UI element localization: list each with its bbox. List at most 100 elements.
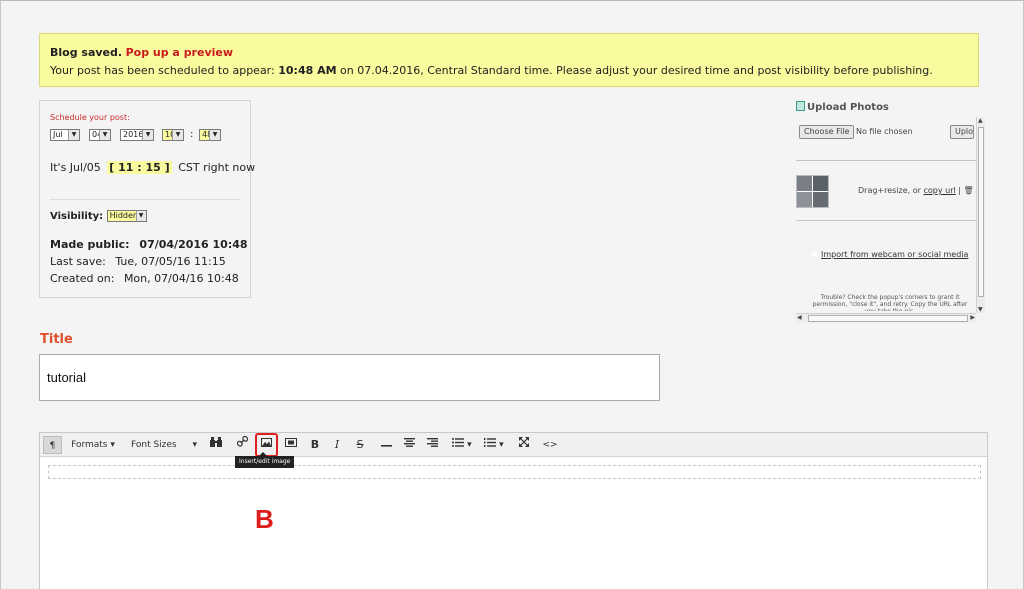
made-public-value: 07/04/2016 10:48 bbox=[139, 238, 248, 251]
insert-image-tooltip: Insert/edit image bbox=[235, 452, 295, 468]
choose-file-button[interactable]: Choose File bbox=[799, 125, 855, 139]
upload-title-text: Upload Photos bbox=[807, 102, 889, 113]
schedule-msg-start: Your post has been scheduled to appear: bbox=[50, 64, 275, 77]
schedule-panel: Schedule your post: Jul ▼ 04 ▼ 2016 ▼ 10… bbox=[39, 100, 255, 298]
divider bbox=[50, 199, 240, 200]
schedule-label: Schedule your post: bbox=[50, 113, 130, 122]
year-value: 2016 bbox=[123, 130, 144, 139]
annotation-letter: B bbox=[255, 504, 274, 534]
created-row: Created on: Mon, 07/04/16 10:48 bbox=[50, 272, 239, 285]
now-time: [ 11 : 15 ] bbox=[107, 161, 172, 174]
film-icon bbox=[285, 438, 297, 447]
drag-resize-text: Drag+resize, or copy url | 🗑 bbox=[858, 186, 974, 195]
scroll-left-icon[interactable]: ◀ bbox=[797, 314, 802, 321]
binoculars-icon[interactable] bbox=[207, 436, 225, 454]
expand-icon bbox=[519, 437, 529, 447]
title-input[interactable] bbox=[39, 354, 660, 401]
drag-text: Drag+resize, or bbox=[858, 186, 921, 195]
align-center-lines-icon bbox=[403, 438, 415, 447]
chain-icon bbox=[236, 435, 248, 447]
chevron-down-icon: ▼ bbox=[172, 130, 183, 140]
scroll-right-icon[interactable]: ▶ bbox=[970, 314, 975, 321]
horizontal-rule-icon[interactable] bbox=[378, 436, 394, 454]
bold-icon[interactable]: B bbox=[307, 436, 323, 454]
align-center-icon[interactable] bbox=[401, 436, 417, 454]
scroll-down-icon[interactable]: ▼ bbox=[978, 306, 983, 313]
visibility-label: Visibility: bbox=[50, 211, 104, 222]
align-right-icon[interactable] bbox=[424, 436, 440, 454]
day-select[interactable]: 04 ▼ bbox=[89, 129, 111, 141]
visibility-row: Visibility: Hidden ▼ bbox=[50, 210, 147, 222]
find-replace-icon bbox=[210, 437, 222, 447]
italic-icon[interactable]: I bbox=[329, 436, 345, 454]
divider bbox=[796, 160, 976, 161]
month-select[interactable]: Jul ▼ bbox=[50, 129, 80, 141]
align-right-lines-icon bbox=[426, 438, 438, 447]
font-sizes-dropdown[interactable]: Font Sizes ▾ bbox=[126, 436, 200, 454]
numbered-list-icon[interactable]: ▾ bbox=[481, 436, 507, 454]
chevron-down-icon: ▼ bbox=[135, 211, 146, 221]
saved-text: Blog saved. bbox=[50, 46, 123, 59]
image-icon bbox=[796, 101, 805, 111]
year-select[interactable]: 2016 ▼ bbox=[120, 129, 154, 141]
caret-down-icon: ▾ bbox=[467, 440, 472, 450]
strikethrough-icon[interactable]: S bbox=[352, 436, 368, 454]
thumbnail-cell bbox=[813, 192, 828, 207]
created-label: Created on: bbox=[50, 272, 115, 285]
divider bbox=[796, 220, 976, 221]
hour-select[interactable]: 10 ▼ bbox=[162, 129, 184, 141]
scrollbar-thumb[interactable] bbox=[808, 315, 968, 322]
schedule-msg-end: on 07.04.2016, Central Standard time. Pl… bbox=[340, 64, 933, 77]
bullet-list-icon[interactable]: ▾ bbox=[449, 436, 475, 454]
minute-select[interactable]: 48 ▼ bbox=[199, 129, 221, 141]
numbers-icon bbox=[484, 438, 497, 447]
vertical-scrollbar[interactable]: ▲ ▼ bbox=[976, 117, 985, 313]
source-code-icon[interactable]: <> bbox=[541, 436, 559, 454]
fullscreen-icon[interactable] bbox=[516, 436, 532, 454]
image-icon bbox=[261, 438, 272, 447]
upload-button[interactable]: Upload bbox=[950, 125, 974, 139]
save-notice: Blog saved. Pop up a preview Your post h… bbox=[39, 33, 979, 87]
bullets-icon bbox=[452, 438, 465, 447]
chevron-down-icon: ▼ bbox=[99, 130, 110, 140]
drag-separator: | bbox=[958, 186, 961, 195]
last-save-value: Tue, 07/05/16 11:15 bbox=[115, 255, 226, 268]
thumbnail-cell bbox=[797, 192, 812, 207]
upload-title: Upload Photos bbox=[796, 101, 889, 113]
caret-down-icon: ▾ bbox=[192, 440, 197, 450]
last-save-row: Last save: Tue, 07/05/16 11:15 bbox=[50, 255, 226, 268]
preview-link[interactable]: Pop up a preview bbox=[126, 46, 233, 59]
title-label: Title bbox=[40, 332, 73, 347]
formats-label: Formats bbox=[71, 440, 108, 450]
link-icon[interactable] bbox=[233, 435, 251, 454]
import-link[interactable]: Import from webcam or social media bbox=[821, 250, 968, 259]
made-public-row: Made public: 07/04/2016 10:48 bbox=[50, 238, 248, 251]
font-sizes-label: Font Sizes bbox=[131, 440, 177, 450]
caret-down-icon: ▾ bbox=[110, 440, 115, 450]
thumbnail-cell bbox=[813, 176, 828, 191]
scroll-up-icon[interactable]: ▲ bbox=[978, 117, 983, 124]
caret-down-icon: ▾ bbox=[499, 440, 504, 450]
media-icon[interactable] bbox=[282, 436, 300, 454]
created-value: Mon, 07/04/16 10:48 bbox=[123, 272, 239, 285]
made-public-label: Made public: bbox=[50, 238, 130, 251]
chevron-down-icon: ▼ bbox=[209, 130, 220, 140]
import-row[interactable]: Import from webcam or social media bbox=[812, 250, 968, 259]
schedule-msg-time: 10:48 AM bbox=[278, 64, 337, 77]
horizontal-scrollbar[interactable]: ◀ ▶ bbox=[796, 313, 976, 323]
thumbnail-cell bbox=[797, 176, 812, 191]
paragraph-icon[interactable]: ¶ bbox=[43, 436, 62, 454]
copy-url-link[interactable]: copy url bbox=[924, 186, 956, 195]
webcam-icon bbox=[812, 252, 817, 257]
editor-content-area[interactable] bbox=[48, 465, 981, 479]
trash-icon[interactable]: 🗑 bbox=[964, 186, 974, 195]
current-time-row: It's Jul/05 [ 11 : 15 ] CST right now bbox=[50, 161, 255, 174]
formats-dropdown[interactable]: Formats ▾ bbox=[68, 436, 118, 454]
now-prefix: It's Jul/05 bbox=[50, 161, 101, 174]
scrollbar-thumb[interactable] bbox=[978, 127, 984, 297]
visibility-select[interactable]: Hidden ▼ bbox=[106, 210, 147, 222]
photo-thumbnail[interactable] bbox=[796, 175, 829, 208]
trouble-text: Trouble? Check the popup's corners to gr… bbox=[812, 294, 968, 311]
hr-line-icon bbox=[380, 445, 392, 447]
time-colon: : bbox=[190, 129, 194, 140]
